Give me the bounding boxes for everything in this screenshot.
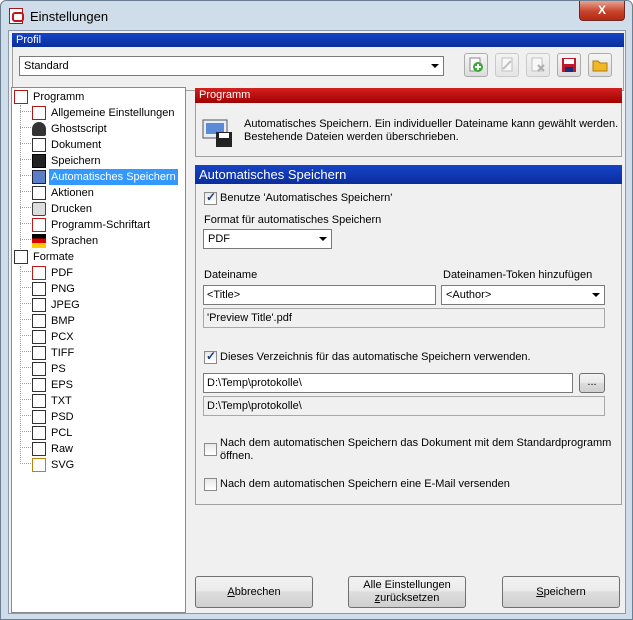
font-icon (32, 218, 46, 232)
profile-select[interactable]: Standard (19, 56, 444, 76)
open-profile-button[interactable] (588, 53, 612, 77)
pcl-file-icon (32, 426, 46, 440)
chevron-down-icon (592, 293, 600, 297)
eps-file-icon (32, 378, 46, 392)
svg-file-icon (32, 458, 46, 472)
ghostscript-icon (32, 122, 46, 136)
add-profile-button[interactable] (464, 53, 488, 77)
close-button[interactable]: X (579, 1, 625, 21)
save-profile-icon (562, 58, 576, 72)
flag-icon (32, 234, 46, 248)
add-profile-icon (469, 57, 483, 72)
rename-profile-icon (501, 57, 513, 72)
cancel-button[interactable]: Abbrechen (195, 576, 313, 608)
use-autosave-label: Benutze 'Automatisches Speichern' (220, 192, 393, 204)
pdf-file-icon (32, 266, 46, 280)
format-label: Format für automatisches Speichern (204, 214, 382, 226)
use-directory-label: Dieses Verzeichnis für das automatische … (220, 351, 531, 363)
programm-section-header: Programm (195, 88, 622, 103)
settings-window: Einstellungen X Profil Standard Programm… (0, 0, 633, 620)
psd-file-icon (32, 410, 46, 424)
ps-file-icon (32, 362, 46, 376)
format-select[interactable]: PDF (203, 229, 332, 249)
token-select-value: <Author> (446, 289, 492, 301)
actions-icon (32, 186, 46, 200)
use-autosave-checkbox[interactable] (204, 190, 217, 205)
open-after-save-checkbox[interactable] (204, 443, 217, 456)
programm-description-line1: Automatisches Speichern. Ein individuell… (244, 118, 619, 130)
delete-profile-button[interactable] (526, 53, 550, 77)
app-icon (9, 8, 24, 24)
profile-select-value: Standard (24, 60, 69, 72)
directory-preview: D:\Temp\protokolle\ (203, 396, 605, 416)
formats-icon (14, 250, 28, 264)
email-after-save-label: Nach dem automatischen Speichern eine E-… (220, 478, 510, 490)
programm-icon (14, 90, 28, 104)
reset-all-button[interactable]: Alle Einstellungen zurücksetzen (348, 576, 466, 608)
chevron-down-icon (431, 64, 439, 68)
window-title: Einstellungen (30, 9, 109, 24)
profile-header: Profil (12, 33, 624, 47)
tiff-file-icon (32, 346, 46, 360)
save-profile-button[interactable] (557, 53, 581, 77)
save-button[interactable]: Speichern (502, 576, 620, 608)
printer-icon (32, 202, 46, 216)
filename-label: Dateiname (204, 269, 258, 281)
delete-profile-icon (531, 57, 545, 72)
use-directory-checkbox[interactable] (204, 349, 217, 364)
settings-tree: Programm Allgemeine Einstellungen Ghosts… (11, 87, 186, 613)
autosave-large-icon (202, 119, 232, 147)
profile-area: Standard (12, 47, 624, 91)
raw-file-icon (32, 442, 46, 456)
txt-file-icon (32, 394, 46, 408)
open-profile-icon (592, 60, 608, 72)
dialog-client: Profil Standard Programm Allgemeine Eins… (8, 30, 626, 614)
token-select[interactable]: <Author> (441, 285, 605, 305)
pcx-file-icon (32, 330, 46, 344)
format-select-value: PDF (208, 233, 230, 245)
jpeg-file-icon (32, 298, 46, 312)
autosave-section-header: Automatisches Speichern (195, 165, 622, 184)
open-after-save-label-line1: Nach dem automatischen Speichern das Dok… (220, 437, 612, 449)
email-after-save-checkbox[interactable] (204, 478, 217, 491)
autosave-icon (32, 170, 46, 184)
browse-button[interactable]: ... (579, 373, 605, 393)
directory-input[interactable]: D:\Temp\protokolle\ (203, 373, 573, 393)
floppy-disk-icon (32, 154, 46, 168)
bmp-file-icon (32, 314, 46, 328)
title-bar: Einstellungen X (1, 1, 632, 31)
autosave-section-body: Benutze 'Automatisches Speichern' Format… (195, 184, 622, 505)
rename-profile-button[interactable] (495, 53, 519, 77)
open-after-save-label-line2: öffnen. (220, 450, 254, 462)
settings-document-icon (32, 106, 46, 120)
chevron-down-icon (319, 237, 327, 241)
programm-section-body: Automatisches Speichern. Ein individuell… (195, 103, 622, 157)
document-icon (32, 138, 46, 152)
png-file-icon (32, 282, 46, 296)
token-label: Dateinamen-Token hinzufügen (443, 269, 593, 281)
programm-description-line2: Bestehende Dateien werden überschrieben. (244, 131, 459, 143)
filename-input[interactable]: <Title> (203, 285, 436, 305)
filename-preview: 'Preview Title'.pdf (203, 308, 605, 328)
